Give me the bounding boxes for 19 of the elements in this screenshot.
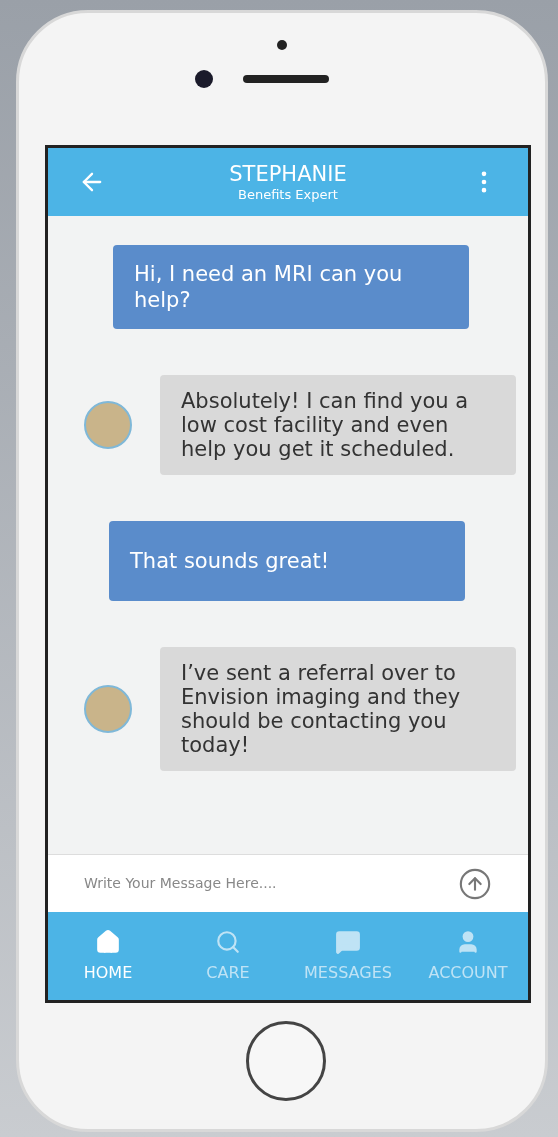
nav-tab[interactable]: HOME <box>48 912 168 1000</box>
send-icon[interactable] <box>458 866 492 901</box>
avatar <box>84 685 132 733</box>
received-message: Absolutely! I can find you a low cost facility and even help you get it scheduled. <box>160 375 516 475</box>
search-icon <box>215 929 241 955</box>
contact-role: Benefits Expert <box>238 187 338 203</box>
camera-lens <box>195 70 213 88</box>
nav-tab[interactable]: ACCOUNT <box>408 912 528 1000</box>
message-composer[interactable]: Write Your Message Here.... <box>48 854 528 912</box>
message-input[interactable]: Write Your Message Here.... <box>84 873 458 894</box>
house-icon <box>95 929 121 955</box>
nav-tab[interactable]: MESSAGES <box>288 912 408 1000</box>
nav-tab[interactable]: CARE <box>168 912 288 1000</box>
sent-message: Hi, I need an MRI can you help? <box>113 245 469 329</box>
contact-name: STEPHANIE <box>229 161 347 187</box>
avatar <box>84 401 132 449</box>
chat-icon <box>335 929 361 955</box>
sent-message: That sounds great! <box>109 521 465 601</box>
received-message: I’ve sent a referral over to Envision imaging and they should be contacting you today! <box>160 647 516 771</box>
